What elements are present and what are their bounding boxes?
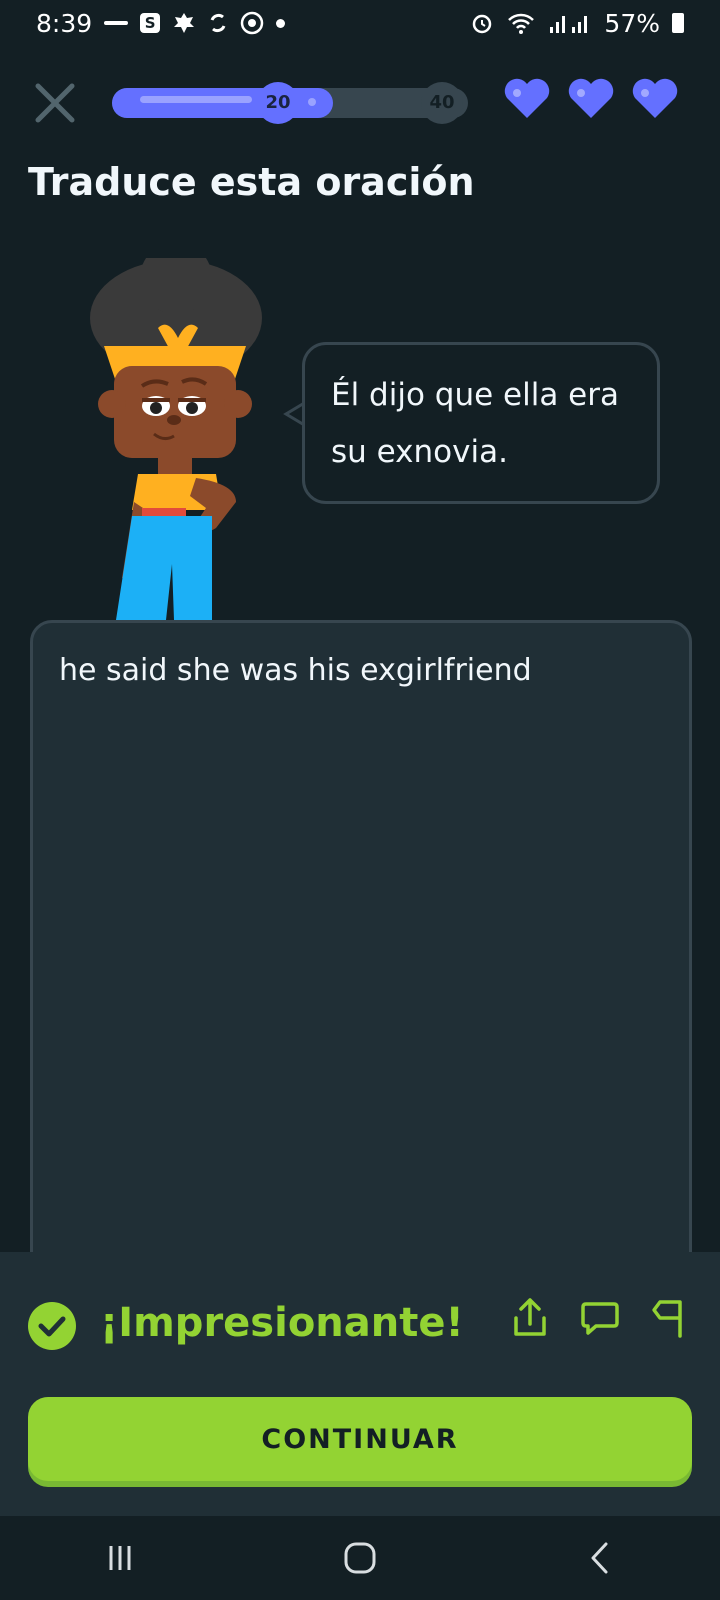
leaf-icon (174, 13, 195, 33)
back-icon (591, 1542, 608, 1574)
heart-icon (568, 78, 614, 118)
back-button[interactable] (570, 1533, 630, 1583)
answer-textarea[interactable]: he said she was his exgirlfriend (30, 620, 692, 1340)
heart-icon (504, 78, 550, 118)
comment-icon[interactable] (580, 1296, 620, 1340)
speech-bubble: Él dijo que ella era su exnovia. (302, 342, 660, 504)
progress-bar: 20 40 (112, 82, 468, 124)
progress-shine-dot (308, 98, 316, 106)
hearts (502, 76, 680, 120)
wifi-icon (508, 13, 535, 34)
share-icon[interactable] (510, 1296, 550, 1340)
alarm-icon (473, 14, 492, 34)
recent-apps-button[interactable] (90, 1533, 150, 1583)
sync-icon (210, 13, 226, 33)
recent-apps-icon (109, 1546, 131, 1570)
flag-icon[interactable] (650, 1296, 690, 1340)
feedback-panel: ¡Impresionante! CONTINUAR (0, 1252, 720, 1516)
lesson-header: 20 40 (0, 70, 720, 130)
prompt-line-2: su exnovia. (331, 434, 508, 470)
feedback-actions (510, 1296, 690, 1340)
s-app-icon: S (140, 13, 161, 33)
progress-fill (112, 88, 333, 118)
answer-text: he said she was his exgirlfriend (59, 653, 532, 688)
milestone-40: 40 (421, 82, 463, 124)
page-title: Traduce esta oración (28, 160, 475, 204)
status-bar: 8:39 S 57% (0, 0, 720, 46)
heart-icon (632, 78, 678, 118)
home-button[interactable] (330, 1533, 390, 1583)
more-notifications-dot (276, 18, 286, 28)
progress-shine (140, 96, 252, 103)
target-icon (240, 11, 264, 35)
prompt-sentence[interactable]: Él dijo que ella era su exnovia. (331, 367, 641, 481)
battery-icon (672, 13, 684, 33)
milestone-20: 20 (257, 82, 299, 124)
character-illustration (90, 258, 262, 620)
battery-percent: 57% (604, 8, 660, 38)
navigation-bar (0, 1516, 720, 1600)
check-circle-icon (28, 1302, 76, 1350)
notification-icon (104, 21, 129, 25)
prompt-line-1: Él dijo que ella era (331, 377, 619, 413)
status-left: 8:39 S (36, 8, 286, 38)
feedback-title: ¡Impresionante! (100, 1300, 464, 1346)
continue-button[interactable]: CONTINUAR (28, 1397, 692, 1481)
close-icon[interactable] (30, 78, 80, 128)
signal-icon (550, 16, 588, 33)
status-time: 8:39 (36, 8, 93, 38)
home-icon (344, 1542, 376, 1574)
status-right: 57% (470, 9, 684, 38)
